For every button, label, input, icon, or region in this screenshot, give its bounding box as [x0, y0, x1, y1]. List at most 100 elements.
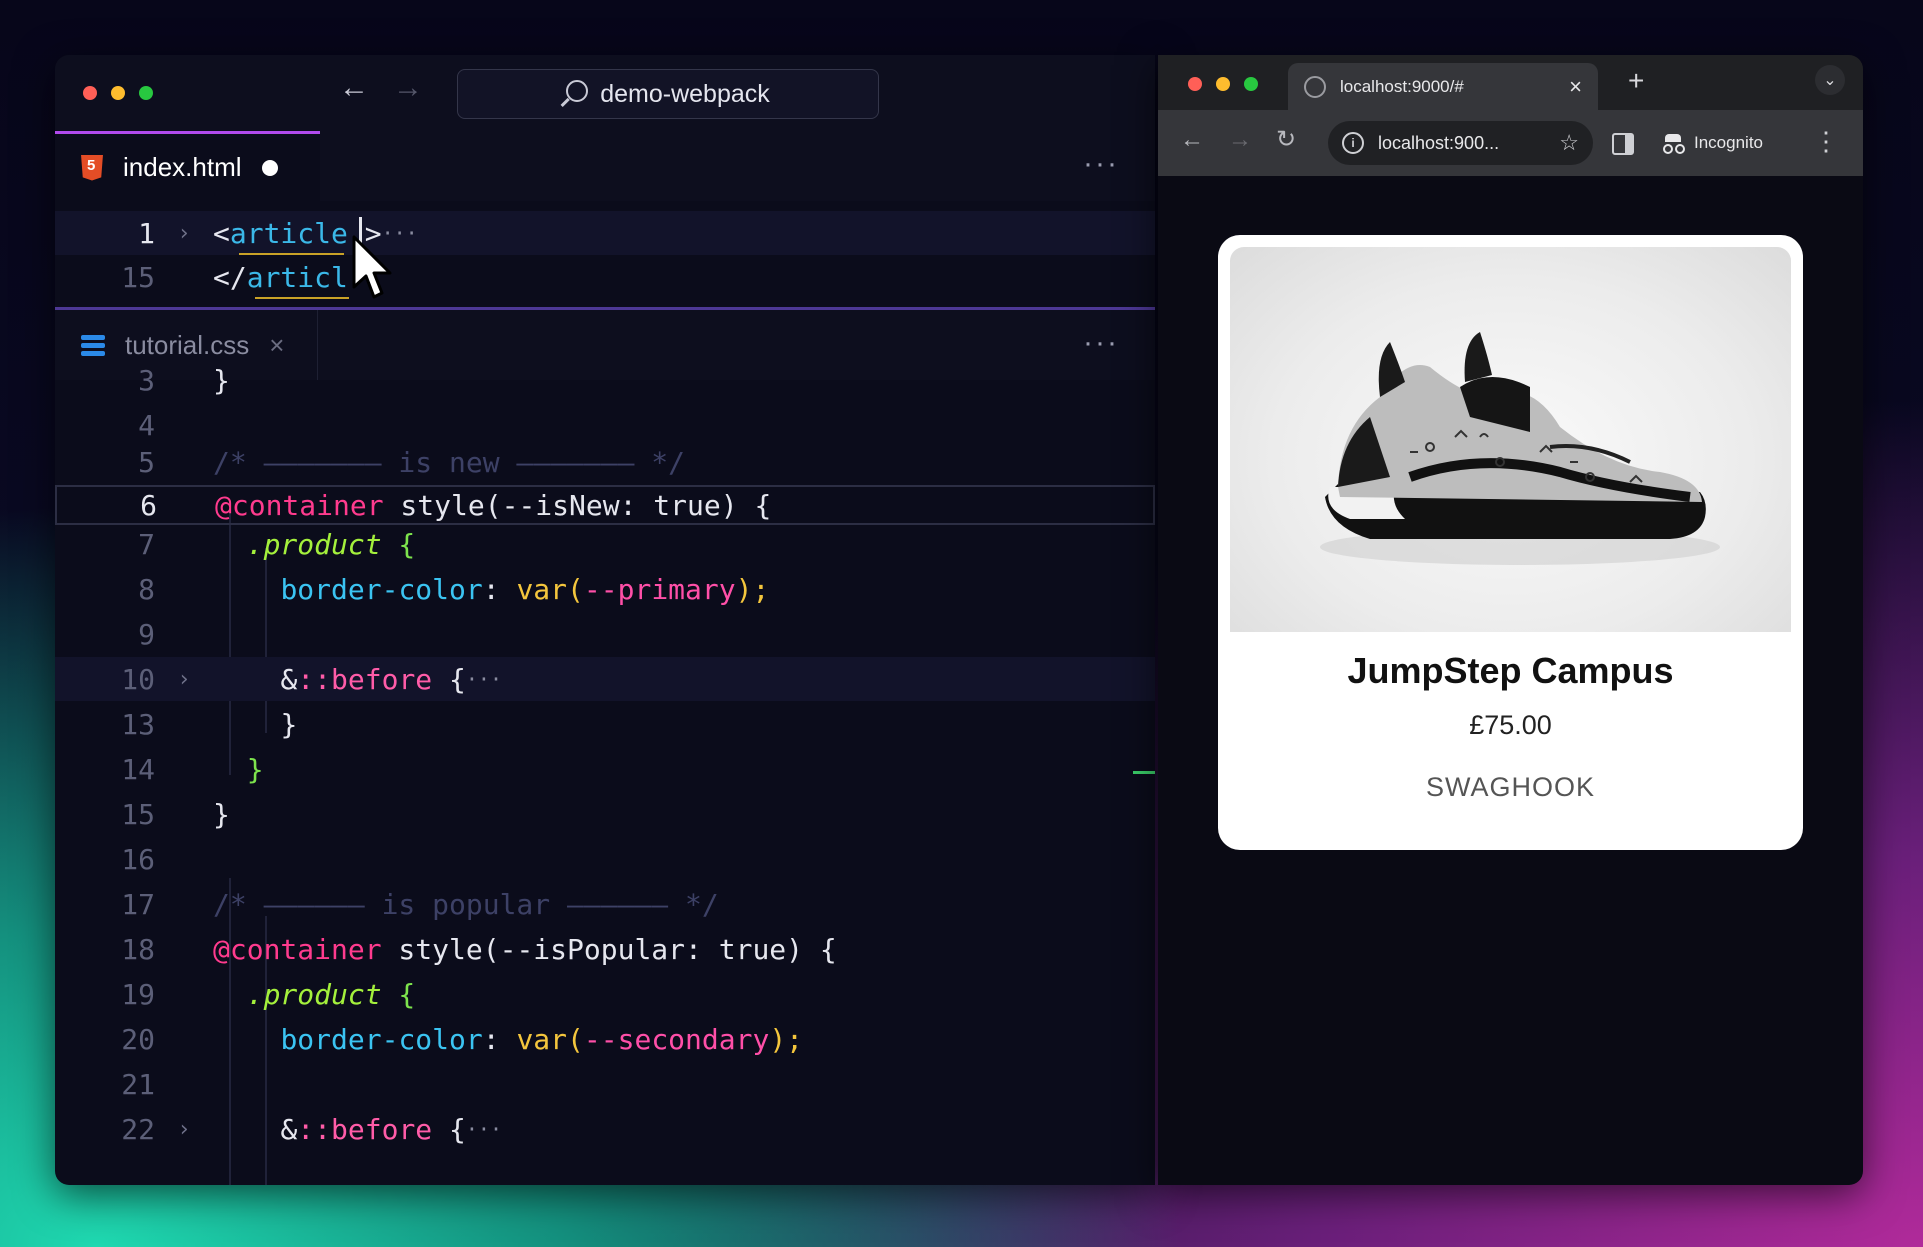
- code-token: --secondary: [583, 1022, 770, 1056]
- code-comment: /* ——————— is new ——————— */: [213, 445, 686, 479]
- forward-arrow-icon[interactable]: →: [1228, 128, 1252, 152]
- code-editor-window: ← → demo-webpack index.html ··· 1 › <art…: [55, 55, 1155, 1185]
- code-token: articl: [246, 260, 348, 294]
- code-line: 14 }: [55, 747, 1155, 791]
- address-bar[interactable]: i localhost:900... ☆: [1328, 121, 1593, 165]
- product-brand: SWAGHOOK: [1425, 772, 1595, 802]
- css-code-area[interactable]: 3 } 4 5 /* ——————— is new ——————— */ 6 @…: [55, 364, 1155, 1185]
- code-token: }: [213, 363, 230, 397]
- product-card[interactable]: JumpStep Campus £75.00 SWAGHOOK: [1218, 235, 1803, 850]
- code-line: 7 .product {: [55, 522, 1155, 566]
- line-number: 18: [121, 932, 155, 966]
- product-image: [1230, 247, 1791, 632]
- code-token: style(--isPopular: true) {: [381, 932, 837, 966]
- line-number: 3: [138, 363, 155, 397]
- code-token: border-color: [280, 572, 483, 606]
- minimize-window-button[interactable]: [1216, 77, 1230, 91]
- incognito-indicator[interactable]: Incognito: [1648, 125, 1777, 161]
- back-arrow-icon[interactable]: ←: [1180, 128, 1204, 152]
- product-price: £75.00: [1469, 710, 1552, 740]
- side-panel-icon[interactable]: [1612, 133, 1634, 155]
- code-line: 18 @container style(--isPopular: true) {: [55, 927, 1155, 971]
- code-token: );: [769, 1022, 804, 1056]
- close-tab-icon[interactable]: ×: [269, 330, 284, 361]
- more-actions-icon[interactable]: ···: [1083, 326, 1119, 360]
- code-line: 22 › &::before {···: [55, 1107, 1155, 1151]
- browser-tab[interactable]: localhost:9000/# ×: [1288, 63, 1598, 110]
- code-token: &: [280, 662, 298, 696]
- tab-label: index.html: [123, 152, 242, 182]
- close-window-button[interactable]: [83, 86, 97, 100]
- globe-icon: [1304, 75, 1326, 98]
- browser-window: localhost:9000/# × + ⌄ ← → ↻ i localhost…: [1158, 55, 1863, 1185]
- search-icon: [566, 80, 589, 102]
- bookmark-star-icon[interactable]: ☆: [1559, 130, 1579, 156]
- code-token: style(--isNew: true) {: [383, 488, 772, 522]
- fold-chevron-icon[interactable]: ›: [155, 667, 213, 692]
- fold-chevron-icon[interactable]: ›: [155, 1117, 213, 1142]
- code-line: 3 }: [55, 358, 1155, 402]
- code-token: border-color: [280, 1022, 483, 1056]
- code-token: .product: [246, 527, 382, 561]
- code-token: ::before: [297, 1112, 433, 1146]
- tab-index-html[interactable]: index.html: [55, 131, 320, 201]
- code-line: 10 › &::before {···: [55, 657, 1155, 701]
- folded-ellipsis[interactable]: ···: [466, 1117, 502, 1141]
- code-line-current: 6 @container style(--isNew: true) {: [55, 485, 1155, 525]
- folded-ellipsis[interactable]: ···: [466, 667, 502, 691]
- code-token: .product: [246, 977, 382, 1011]
- html-code-area[interactable]: 1 › < article > ··· 15 </articl: [55, 201, 1155, 307]
- code-token: {: [432, 662, 466, 696]
- address-bar-url: localhost:900...: [1378, 132, 1500, 153]
- line-number: 6: [140, 488, 157, 522]
- browser-menu-icon[interactable]: ⋮: [1813, 126, 1839, 157]
- forward-arrow-icon[interactable]: →: [393, 73, 423, 103]
- unsaved-dot-icon[interactable]: [261, 159, 278, 176]
- code-line: 19 .product {: [55, 972, 1155, 1016]
- browser-toolbar: ← → ↻ i localhost:900... ☆ Incognito ⋮: [1158, 110, 1863, 176]
- line-number: 10: [121, 662, 155, 696]
- more-actions-icon[interactable]: ···: [1083, 147, 1119, 181]
- window-controls: [1188, 77, 1258, 91]
- sneaker-icon: [1320, 332, 1720, 565]
- line-number: 17: [121, 887, 155, 921]
- new-tab-button[interactable]: +: [1628, 65, 1644, 97]
- code-comment: /* —————— is popular —————— */: [213, 887, 719, 921]
- minimize-window-button[interactable]: [111, 86, 125, 100]
- site-info-icon[interactable]: i: [1342, 132, 1364, 154]
- html5-icon: [81, 154, 103, 181]
- line-number: 14: [121, 752, 155, 786]
- line-number: 15: [121, 260, 155, 294]
- maximize-window-button[interactable]: [139, 86, 153, 100]
- close-window-button[interactable]: [1188, 77, 1202, 91]
- code-line: 16: [55, 837, 1155, 881]
- line-number: 21: [121, 1067, 155, 1101]
- line-number: 5: [138, 445, 155, 479]
- code-token: @container: [215, 488, 384, 522]
- tab-label: tutorial.css: [125, 329, 250, 360]
- code-token: :: [482, 1022, 517, 1056]
- code-line: 9: [55, 612, 1155, 656]
- line-number: 15: [121, 797, 155, 831]
- reload-icon[interactable]: ↻: [1276, 128, 1296, 152]
- close-tab-icon[interactable]: ×: [1569, 74, 1582, 100]
- tab-search-chevron-icon[interactable]: ⌄: [1815, 65, 1845, 95]
- code-token: }: [246, 752, 264, 786]
- window-controls: [83, 86, 153, 100]
- code-line: 13 }: [55, 702, 1155, 746]
- code-token: var(: [516, 1022, 584, 1056]
- code-token: {: [381, 527, 416, 561]
- code-line: 1 › < article > ···: [55, 211, 1155, 255]
- tag-match-underline: [239, 253, 344, 255]
- line-number: 4: [138, 408, 155, 442]
- back-arrow-icon[interactable]: ←: [339, 73, 369, 103]
- code-token: </: [213, 260, 247, 294]
- fold-chevron-icon[interactable]: ›: [155, 221, 213, 246]
- tab-title: localhost:9000/#: [1340, 76, 1464, 96]
- incognito-label: Incognito: [1694, 133, 1763, 152]
- code-line: 5 /* ——————— is new ——————— */: [55, 440, 1155, 484]
- maximize-window-button[interactable]: [1244, 77, 1258, 91]
- line-number: 8: [138, 572, 155, 606]
- command-search[interactable]: demo-webpack: [457, 69, 879, 119]
- line-number: 16: [121, 842, 155, 876]
